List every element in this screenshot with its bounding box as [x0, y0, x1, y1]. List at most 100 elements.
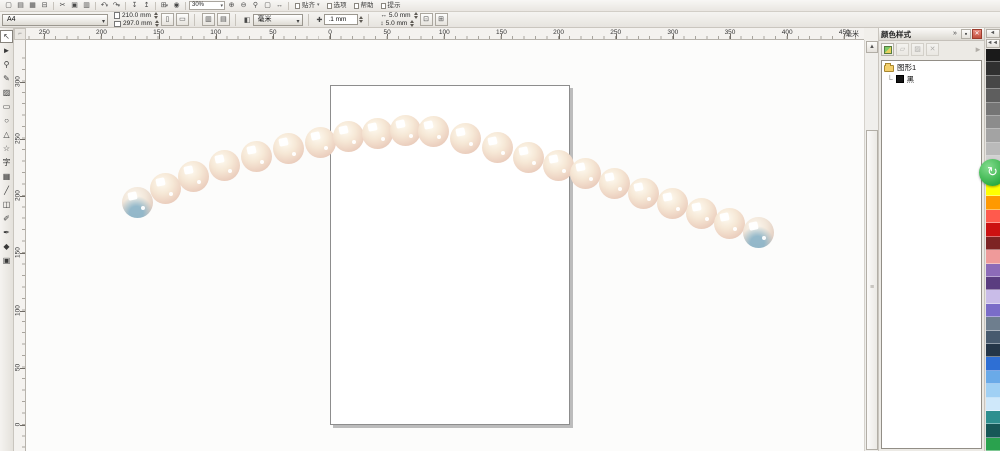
open[interactable]: ▤: [15, 1, 26, 11]
zoom-tool[interactable]: ⚲: [0, 58, 13, 71]
pearl-2[interactable]: [149, 172, 181, 204]
color-swatch[interactable]: [986, 116, 1000, 130]
polygon-tool[interactable]: △: [0, 128, 13, 141]
pearl-5[interactable]: [240, 140, 272, 172]
zoom-in[interactable]: ⊕: [226, 1, 237, 11]
pearl-22[interactable]: [742, 216, 774, 248]
help-button[interactable]: 帮助: [351, 1, 377, 11]
paper-preset-combo[interactable]: A4: [2, 13, 108, 27]
color-swatch[interactable]: [986, 343, 1000, 358]
pearl-9[interactable]: [361, 117, 393, 149]
pearl-19[interactable]: [656, 187, 688, 219]
import[interactable]: ↧: [129, 1, 140, 11]
pearl-15[interactable]: [542, 149, 574, 181]
zoom-out[interactable]: ⊖: [238, 1, 249, 11]
pearl-21[interactable]: [713, 207, 745, 239]
color-swatch[interactable]: [986, 330, 1000, 344]
pearl-3[interactable]: [177, 160, 209, 192]
snap-button[interactable]: 贴齐 ▾: [292, 1, 323, 11]
all-pages-button[interactable]: ▥: [201, 13, 215, 26]
duplicate-y-spinner[interactable]: [410, 20, 415, 27]
docker-close-button[interactable]: ✕: [972, 29, 982, 39]
palette-scroll-button[interactable]: ◄◄: [985, 39, 1000, 48]
print[interactable]: ⊟: [39, 1, 50, 11]
floating-green-icon[interactable]: ↻: [979, 159, 1000, 186]
color-swatch[interactable]: [986, 129, 1000, 143]
color-swatch[interactable]: [986, 410, 1000, 425]
color-swatch[interactable]: [986, 290, 1000, 304]
zoom-level-combo[interactable]: 30%: [189, 1, 225, 10]
current-page-button[interactable]: ▤: [216, 13, 230, 26]
ruler-origin-button[interactable]: ⌐: [14, 28, 26, 40]
application-launcher[interactable]: ⊞▾: [159, 1, 170, 11]
pearl-7[interactable]: [304, 126, 336, 158]
color-swatch[interactable]: [986, 102, 1000, 117]
snap-settings-button[interactable]: ⊡: [419, 13, 433, 26]
color-swatch[interactable]: [986, 317, 1000, 331]
delete-color-style-button[interactable]: ✕: [926, 43, 939, 56]
color-swatch[interactable]: [986, 263, 1000, 277]
pearl-18[interactable]: [627, 177, 659, 209]
portrait-button[interactable]: ▯: [160, 13, 174, 26]
zoom-width[interactable]: ↔: [274, 1, 285, 11]
pearl-14[interactable]: [512, 141, 544, 173]
edit-color-style-button[interactable]: ▨: [911, 43, 924, 56]
pearl-11[interactable]: [417, 115, 449, 147]
nudge-field[interactable]: .1 mm: [324, 14, 359, 25]
color-swatch[interactable]: [986, 62, 1000, 76]
paper-width-spinner[interactable]: [153, 12, 158, 19]
color-swatch[interactable]: [986, 424, 1000, 438]
interactive-fill-tool[interactable]: ▣: [0, 254, 13, 267]
paste[interactable]: ▥: [81, 1, 92, 11]
pearl-12[interactable]: [449, 122, 481, 154]
color-swatch[interactable]: [986, 250, 1000, 264]
pearl-4[interactable]: [208, 149, 240, 181]
color-swatch[interactable]: [986, 370, 1000, 385]
drawing-canvas[interactable]: [26, 40, 864, 451]
pearl-16[interactable]: [569, 157, 601, 189]
landscape-button[interactable]: ▭: [175, 13, 189, 26]
tree-item-black[interactable]: └ 黑: [882, 73, 981, 85]
new-child-color-button[interactable]: ▱: [896, 43, 909, 56]
pearl-1[interactable]: [121, 186, 153, 218]
color-swatch[interactable]: [986, 142, 1000, 157]
pearl-13[interactable]: [481, 131, 513, 163]
save[interactable]: ▦: [27, 1, 38, 11]
duplicate-x-field[interactable]: 5.0 mm: [389, 12, 411, 19]
color-swatch[interactable]: [986, 223, 1000, 237]
tree-item-graphic1[interactable]: 图形1: [882, 61, 981, 73]
zoom-page[interactable]: ▢: [262, 1, 273, 11]
zoom-selection[interactable]: ⚲: [250, 1, 261, 11]
cut[interactable]: ✂: [57, 1, 68, 11]
copy[interactable]: ▣: [69, 1, 80, 11]
color-swatch[interactable]: [986, 384, 1000, 398]
scroll-up-button[interactable]: ▲: [866, 41, 878, 53]
color-swatch[interactable]: [986, 236, 1000, 251]
vertical-ruler[interactable]: 0 50 100 150 200 250 300: [14, 40, 26, 451]
color-swatch[interactable]: [986, 89, 1000, 103]
new-color-style-button[interactable]: [881, 43, 894, 56]
color-swatch[interactable]: [986, 357, 1000, 371]
new-document[interactable]: ▢: [3, 1, 14, 11]
pearl-6[interactable]: [272, 132, 304, 164]
color-swatch[interactable]: [986, 397, 1000, 411]
palette-flyout-button[interactable]: ◄: [985, 29, 1000, 38]
undo[interactable]: ↶▾: [99, 1, 110, 11]
docker-chevron-button[interactable]: »: [950, 29, 960, 39]
ellipse-tool[interactable]: ○: [0, 114, 13, 127]
pearl-17[interactable]: [598, 167, 630, 199]
color-swatch[interactable]: [986, 49, 1000, 63]
scrollbar-thumb[interactable]: [866, 130, 878, 450]
fill-tool[interactable]: ◆: [0, 240, 13, 253]
color-swatch[interactable]: [986, 209, 1000, 224]
options-button[interactable]: 选项: [324, 1, 350, 11]
docker-collapse-button[interactable]: ▪: [961, 29, 971, 39]
paper-width-field[interactable]: 210.0 mm: [122, 12, 151, 19]
smart-fill-tool[interactable]: ▨: [0, 86, 13, 99]
corel-online[interactable]: ◉: [171, 1, 182, 11]
redo[interactable]: ↷▾: [111, 1, 122, 11]
pearl-8[interactable]: [332, 120, 364, 152]
treat-as-filled-button[interactable]: ⊞: [434, 13, 448, 26]
units-combo[interactable]: 毫米: [252, 13, 303, 27]
color-swatch[interactable]: [986, 196, 1000, 210]
